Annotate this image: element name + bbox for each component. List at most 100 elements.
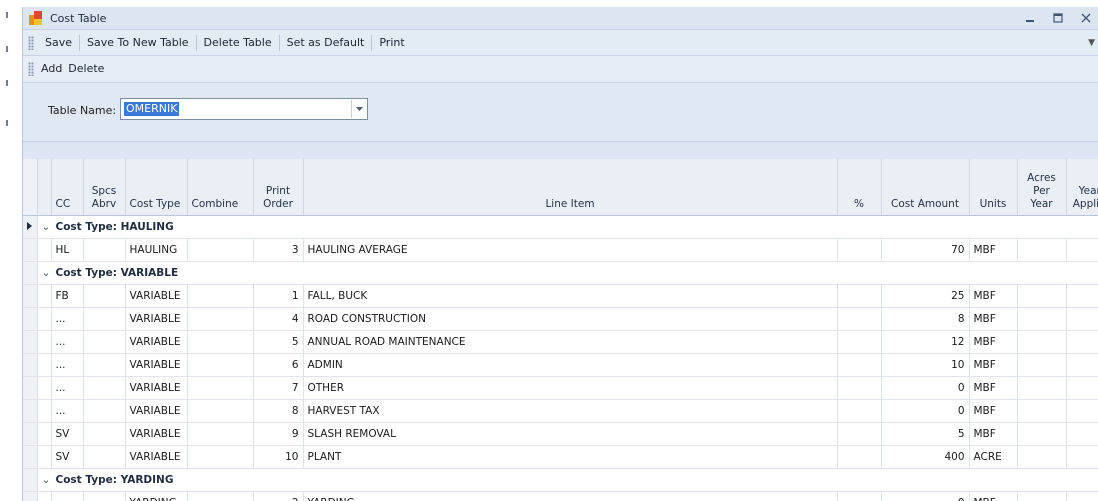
row-indicator[interactable]: [23, 284, 38, 308]
set-as-default-button[interactable]: Set as Default: [280, 33, 372, 53]
table-row[interactable]: ...YARDING2YARDING0MBF: [23, 491, 1098, 501]
cost-type-cell[interactable]: YARDING: [125, 491, 188, 501]
collapse-chevron-icon[interactable]: ⌄: [42, 474, 56, 486]
line-item-cell[interactable]: SLASH REMOVAL: [303, 422, 838, 446]
group-row[interactable]: ⌄ Cost Type: VARIABLE: [23, 261, 1098, 285]
years-applied-cell[interactable]: [1066, 284, 1098, 308]
group-row[interactable]: ⌄ Cost Type: YARDING: [23, 468, 1098, 492]
add-button[interactable]: Add: [38, 59, 65, 79]
cost-amount-cell[interactable]: 0: [881, 399, 970, 423]
units-cell[interactable]: MBF: [969, 491, 1018, 501]
cc-cell[interactable]: SV: [51, 422, 84, 446]
table-name-value[interactable]: OMERNIK: [124, 102, 180, 116]
percent-cell[interactable]: [837, 491, 882, 501]
cost-amount-cell[interactable]: 10: [881, 353, 970, 377]
restore-icon[interactable]: [1047, 9, 1069, 27]
toolbar-overflow-icon[interactable]: ▼: [1088, 38, 1095, 48]
print-button[interactable]: Print: [372, 33, 411, 53]
line-item-cell[interactable]: HAULING AVERAGE: [303, 238, 838, 262]
acres-per-year-cell[interactable]: [1017, 445, 1067, 469]
cc-cell[interactable]: ...: [51, 353, 84, 377]
spcs-abrv-cell[interactable]: [83, 307, 126, 331]
spcs-abrv-cell[interactable]: [83, 376, 126, 400]
spcs-abrv-cell[interactable]: [83, 330, 126, 354]
acres-per-year-cell[interactable]: [1017, 353, 1067, 377]
combine-cell[interactable]: [187, 330, 254, 354]
cost-amount-cell[interactable]: 5: [881, 422, 970, 446]
combine-cell[interactable]: [187, 399, 254, 423]
line-item-cell[interactable]: PLANT: [303, 445, 838, 469]
table-row[interactable]: SV VARIABLE 10 PLANT 400 ACRE: [23, 445, 1098, 469]
cost-amount-cell[interactable]: 0: [881, 376, 970, 400]
spcs-abrv-cell[interactable]: [83, 284, 126, 308]
delete-table-button[interactable]: Delete Table: [197, 33, 279, 53]
row-indicator[interactable]: [23, 353, 38, 377]
acres-per-year-cell[interactable]: [1017, 422, 1067, 446]
cost-type-cell[interactable]: VARIABLE: [125, 422, 188, 446]
units-cell[interactable]: MBF: [969, 307, 1018, 331]
line-item-cell[interactable]: OTHER: [303, 376, 838, 400]
units-cell[interactable]: MBF: [969, 353, 1018, 377]
print-order-cell[interactable]: 1: [253, 284, 304, 308]
acres-per-year-cell[interactable]: [1017, 238, 1067, 262]
row-indicator[interactable]: [23, 261, 38, 285]
units-cell[interactable]: MBF: [969, 284, 1018, 308]
print-order-cell[interactable]: 10: [253, 445, 304, 469]
print-order-header[interactable]: Print Order: [253, 159, 304, 216]
minimize-icon[interactable]: [1019, 9, 1041, 27]
acres-per-year-cell[interactable]: [1017, 284, 1067, 308]
print-order-cell[interactable]: 7: [253, 376, 304, 400]
cost-amount-cell[interactable]: 12: [881, 330, 970, 354]
acres-per-year-header[interactable]: Acres Per Year: [1017, 159, 1067, 216]
cost-type-cell[interactable]: HAULING: [125, 238, 188, 262]
cost-amount-cell[interactable]: 8: [881, 307, 970, 331]
percent-cell[interactable]: [837, 284, 882, 308]
table-row[interactable]: ... VARIABLE 4 ROAD CONSTRUCTION 8 MBF: [23, 307, 1098, 331]
close-icon[interactable]: [1075, 9, 1097, 27]
line-item-cell[interactable]: ANNUAL ROAD MAINTENANCE: [303, 330, 838, 354]
spcs-abrv-cell[interactable]: [83, 491, 126, 501]
row-indicator[interactable]: [23, 215, 38, 239]
print-order-cell[interactable]: 6: [253, 353, 304, 377]
percent-cell[interactable]: [837, 307, 882, 331]
years-applied-cell[interactable]: [1066, 491, 1098, 501]
collapse-chevron-icon[interactable]: ⌄: [42, 267, 56, 279]
row-indicator[interactable]: [23, 330, 38, 354]
cost-type-cell[interactable]: VARIABLE: [125, 330, 188, 354]
table-name-combobox[interactable]: OMERNIK: [120, 98, 368, 120]
spcs-abrv-cell[interactable]: [83, 422, 126, 446]
cost-type-cell[interactable]: VARIABLE: [125, 284, 188, 308]
units-cell[interactable]: MBF: [969, 376, 1018, 400]
years-applied-cell[interactable]: [1066, 238, 1098, 262]
cc-cell[interactable]: ...: [51, 330, 84, 354]
percent-cell[interactable]: [837, 353, 882, 377]
spcs-abrv-cell[interactable]: [83, 238, 126, 262]
percent-cell[interactable]: [837, 422, 882, 446]
table-row[interactable]: ... VARIABLE 8 HARVEST TAX 0 MBF: [23, 399, 1098, 423]
spcs-abrv-cell[interactable]: [83, 353, 126, 377]
table-row[interactable]: ... VARIABLE 6 ADMIN 10 MBF: [23, 353, 1098, 377]
cost-type-cell[interactable]: VARIABLE: [125, 353, 188, 377]
line-item-cell[interactable]: ROAD CONSTRUCTION: [303, 307, 838, 331]
line-item-header[interactable]: Line Item: [303, 159, 838, 216]
print-order-cell[interactable]: 2: [253, 491, 304, 501]
save-button[interactable]: Save: [38, 33, 79, 53]
spcs-abrv-cell[interactable]: [83, 399, 126, 423]
combine-cell[interactable]: [187, 445, 254, 469]
cc-header[interactable]: CC: [51, 159, 84, 216]
cost-amount-header[interactable]: Cost Amount: [881, 159, 970, 216]
collapse-chevron-icon[interactable]: ⌄: [42, 221, 56, 233]
years-applied-cell[interactable]: [1066, 330, 1098, 354]
cc-cell[interactable]: FB: [51, 284, 84, 308]
print-order-cell[interactable]: 5: [253, 330, 304, 354]
cost-type-cell[interactable]: VARIABLE: [125, 399, 188, 423]
years-applied-cell[interactable]: [1066, 307, 1098, 331]
row-indicator[interactable]: [23, 307, 38, 331]
row-indicator[interactable]: [23, 376, 38, 400]
group-header-cell[interactable]: ⌄ Cost Type: YARDING: [37, 468, 1098, 492]
combine-cell[interactable]: [187, 376, 254, 400]
acres-per-year-cell[interactable]: [1017, 376, 1067, 400]
chevron-down-icon[interactable]: [351, 100, 366, 118]
units-cell[interactable]: MBF: [969, 399, 1018, 423]
group-row[interactable]: ⌄ Cost Type: HAULING: [23, 215, 1098, 239]
